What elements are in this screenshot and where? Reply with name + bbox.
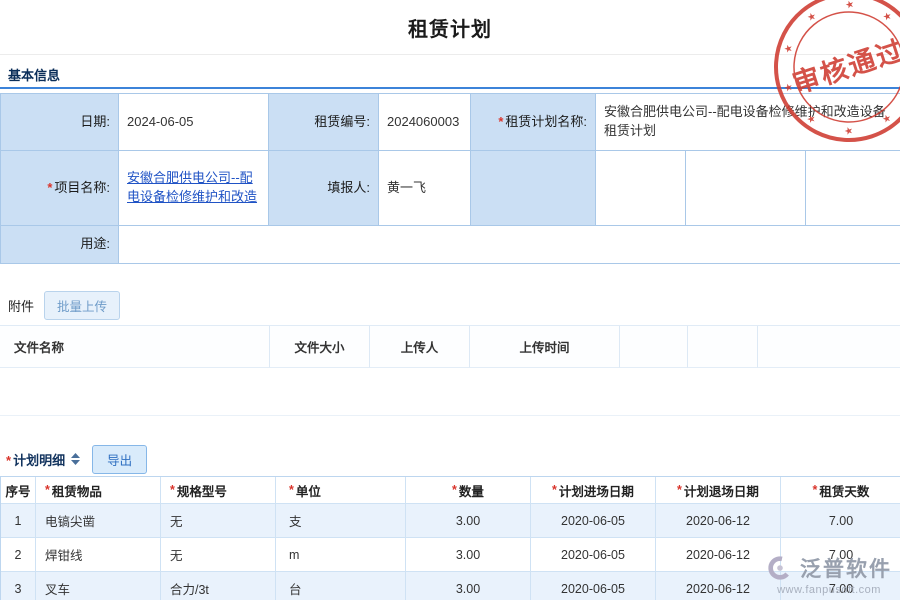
attachments-label: 附件: [8, 296, 34, 315]
page: 租赁计划 审核通过 ★ ★ ★ ★ ★ ★ ★ ★ ★ ★ 基本信息 日期: 2…: [0, 0, 900, 600]
title-bar: 租赁计划: [0, 0, 900, 55]
required-mark: *: [813, 483, 818, 497]
file-header-uploader: 上传人: [370, 326, 470, 368]
attachments-empty-row: [0, 368, 900, 416]
purpose-label: 用途:: [1, 226, 119, 264]
file-header-time: 上传时间: [470, 326, 620, 368]
reporter-label: 填报人:: [269, 151, 379, 226]
rental-no-label: 租赁编号:: [269, 94, 379, 151]
cell-seq: 3: [1, 572, 36, 600]
cell-spec: 无: [161, 538, 276, 572]
rental-no-value: 2024060003: [379, 94, 471, 151]
sort-icon[interactable]: [71, 453, 80, 465]
project-name-link[interactable]: 安徽合肥供电公司--配电设备检修维护和改造: [127, 169, 260, 207]
empty-value-cell: [686, 151, 806, 226]
attachments-table: 文件名称 文件大小 上传人 上传时间: [0, 325, 900, 368]
reporter-value: 黄一飞: [379, 151, 471, 226]
cell-seq: 2: [1, 538, 36, 572]
cell-item: 叉车: [36, 572, 161, 600]
required-mark: *: [677, 483, 682, 497]
basic-info-title: 基本信息: [8, 65, 60, 84]
cell-unit: 支: [276, 504, 406, 538]
required-mark: *: [552, 483, 557, 497]
cell-item: 焊钳线: [36, 538, 161, 572]
required-mark: *: [289, 483, 294, 497]
cell-start-date: 2020-06-05: [531, 538, 656, 572]
required-mark: *: [47, 179, 52, 198]
attachments-bar: 附件 批量上传: [0, 290, 900, 320]
export-button[interactable]: 导出: [92, 445, 147, 474]
detail-header-days: *租赁天数: [781, 477, 900, 504]
date-value: 2024-06-05: [119, 94, 269, 151]
cell-unit: 台: [276, 572, 406, 600]
required-mark: *: [452, 483, 457, 497]
plan-details-bar: *计划明细 导出: [0, 444, 900, 474]
detail-header-unit: *单位: [276, 477, 406, 504]
vendor-watermark: 泛普软件 www.fanpusoft.com: [766, 553, 892, 596]
required-mark: *: [170, 483, 175, 497]
cell-end-date: 2020-06-12: [656, 572, 781, 600]
required-mark: *: [6, 453, 11, 468]
plan-details-label: *计划明细: [6, 450, 65, 469]
cell-end-date: 2020-06-12: [656, 538, 781, 572]
detail-header-end-date: *计划退场日期: [656, 477, 781, 504]
cell-qty: 3.00: [406, 538, 531, 572]
detail-header-qty: *数量: [406, 477, 531, 504]
detail-header-start-date: *计划进场日期: [531, 477, 656, 504]
cell-spec: 无: [161, 504, 276, 538]
date-label: 日期:: [1, 94, 119, 151]
cell-start-date: 2020-06-05: [531, 572, 656, 600]
cell-spec: 合力/3t: [161, 572, 276, 600]
file-header-empty: [688, 326, 758, 368]
detail-header-item: *租赁物品: [36, 477, 161, 504]
project-name-label: *项目名称:: [1, 151, 119, 226]
empty-value-cell: [596, 151, 686, 226]
vendor-logo-icon: [766, 554, 794, 582]
cell-item: 电镐尖凿: [36, 504, 161, 538]
plan-details-table: 序号 *租赁物品 *规格型号 *单位 *数量 *计划进场日期 *计划退场日期 *…: [0, 476, 900, 600]
vendor-brand: 泛普软件: [800, 553, 892, 583]
cell-qty: 3.00: [406, 504, 531, 538]
empty-label-cell: [471, 151, 596, 226]
section-basic-info-header: 基本信息: [0, 61, 900, 89]
empty-value-cell: [806, 151, 900, 226]
plan-name-value: 安徽合肥供电公司--配电设备检修维护和改造设备租赁计划: [596, 94, 900, 151]
cell-days: 7.00: [781, 504, 900, 538]
file-header-name: 文件名称: [0, 326, 270, 368]
cell-start-date: 2020-06-05: [531, 504, 656, 538]
required-mark: *: [498, 113, 503, 132]
cell-qty: 3.00: [406, 572, 531, 600]
page-title: 租赁计划: [408, 13, 492, 42]
batch-upload-button[interactable]: 批量上传: [44, 291, 120, 320]
detail-header-spec: *规格型号: [161, 477, 276, 504]
purpose-value: [119, 226, 900, 264]
file-header-size: 文件大小: [270, 326, 370, 368]
file-header-empty: [758, 326, 900, 368]
basic-info-table: 日期: 2024-06-05 租赁编号: 2024060003 *租赁计划名称:…: [0, 93, 900, 264]
vendor-url: www.fanpusoft.com: [777, 584, 881, 596]
required-mark: *: [45, 483, 50, 497]
file-header-empty: [620, 326, 688, 368]
cell-end-date: 2020-06-12: [656, 504, 781, 538]
cell-seq: 1: [1, 504, 36, 538]
detail-header-seq: 序号: [1, 477, 36, 504]
project-name-cell: 安徽合肥供电公司--配电设备检修维护和改造: [119, 151, 269, 226]
plan-name-label: *租赁计划名称:: [471, 94, 596, 151]
cell-unit: m: [276, 538, 406, 572]
